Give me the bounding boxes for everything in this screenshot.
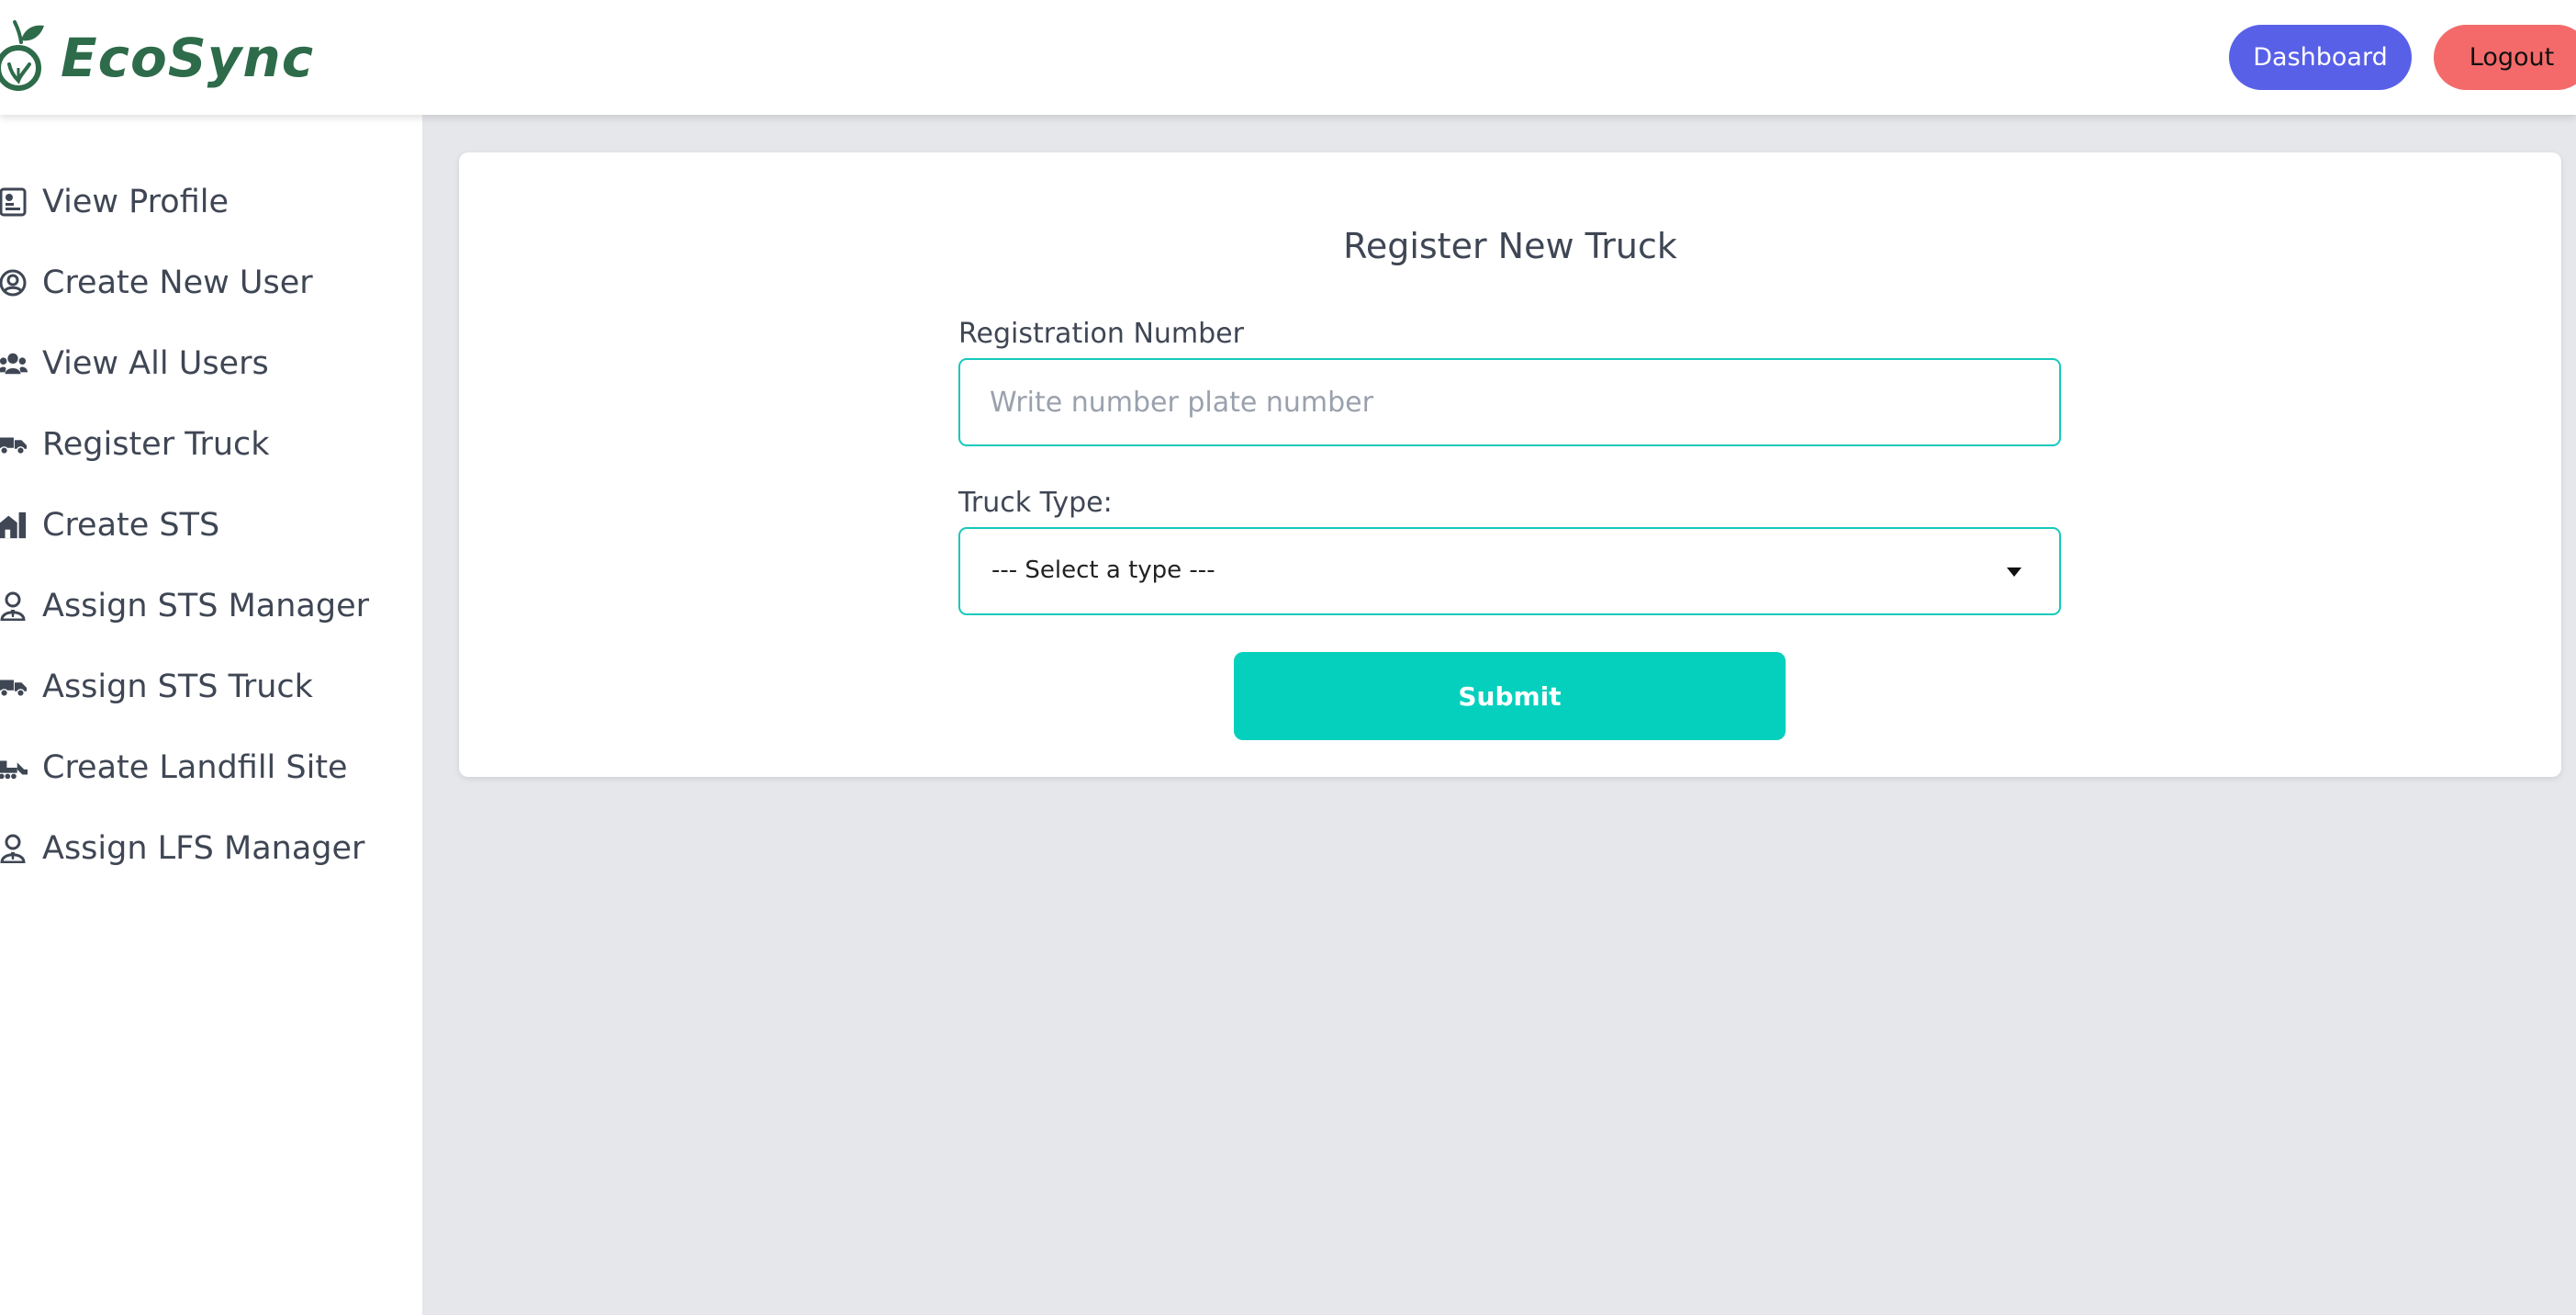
sidebar-item-view-all-users[interactable]: View All Users bbox=[0, 336, 269, 391]
sidebar-item-label: Assign STS Truck bbox=[42, 669, 313, 705]
users-icon bbox=[0, 349, 28, 378]
sidebar-item-assign-sts-truck[interactable]: Assign STS Truck bbox=[0, 659, 313, 714]
sidebar-item-register-truck[interactable]: Register Truck bbox=[0, 417, 270, 472]
sidebar-item-label: View Profile bbox=[42, 184, 230, 220]
sidebar-item-label: Create New User bbox=[42, 264, 313, 301]
truck-icon bbox=[0, 430, 28, 459]
register-truck-card: Register New Truck Registration Number T… bbox=[459, 152, 2561, 777]
sidebar-item-label: Assign STS Manager bbox=[42, 588, 370, 624]
top-navbar: EcoSync Dashboard Logout bbox=[0, 0, 2576, 115]
user-tie-icon bbox=[0, 591, 28, 621]
user-circle-icon bbox=[0, 268, 28, 298]
submit-button[interactable]: Submit bbox=[1234, 652, 1786, 740]
registration-number-label: Registration Number bbox=[958, 318, 1244, 350]
sidebar-item-label: Assign LFS Manager bbox=[42, 830, 365, 867]
registration-number-input[interactable] bbox=[958, 358, 2061, 446]
sidebar-item-label: View All Users bbox=[42, 345, 269, 382]
sidebar-item-assign-sts-manager[interactable]: Assign STS Manager bbox=[0, 579, 369, 634]
sidebar-item-create-landfill-site[interactable]: Create Landfill Site bbox=[0, 740, 348, 795]
brand-name: EcoSync bbox=[61, 27, 315, 89]
id-card-icon bbox=[0, 187, 28, 217]
apple-leaf-icon bbox=[0, 20, 44, 91]
logout-button[interactable]: Logout bbox=[2434, 25, 2576, 90]
sidebar-item-create-sts[interactable]: Create STS bbox=[0, 498, 219, 553]
brand-logo[interactable]: EcoSync bbox=[0, 17, 314, 99]
page-title: Register New Truck bbox=[1343, 226, 1677, 266]
truck-icon bbox=[0, 672, 28, 702]
caret-down-icon bbox=[2007, 568, 2022, 577]
truck-type-select[interactable]: --- Select a type --- bbox=[958, 527, 2061, 615]
bulldozer-icon bbox=[0, 753, 28, 782]
sidebar-item-create-new-user[interactable]: Create New User bbox=[0, 255, 313, 310]
sidebar-item-view-profile[interactable]: View Profile bbox=[0, 174, 229, 230]
building-icon bbox=[0, 511, 28, 540]
sidebar-item-label: Create Landfill Site bbox=[42, 749, 348, 786]
dashboard-button[interactable]: Dashboard bbox=[2229, 25, 2412, 90]
truck-type-label: Truck Type: bbox=[958, 487, 1113, 519]
sidebar: View Profile Create New User View All Us… bbox=[0, 115, 422, 1315]
sidebar-item-label: Register Truck bbox=[42, 426, 270, 463]
sidebar-item-label: Create STS bbox=[42, 507, 220, 544]
user-tie-icon bbox=[0, 834, 28, 863]
sidebar-item-assign-lfs-manager[interactable]: Assign LFS Manager bbox=[0, 821, 364, 876]
truck-type-selected-value: --- Select a type --- bbox=[991, 556, 1215, 584]
